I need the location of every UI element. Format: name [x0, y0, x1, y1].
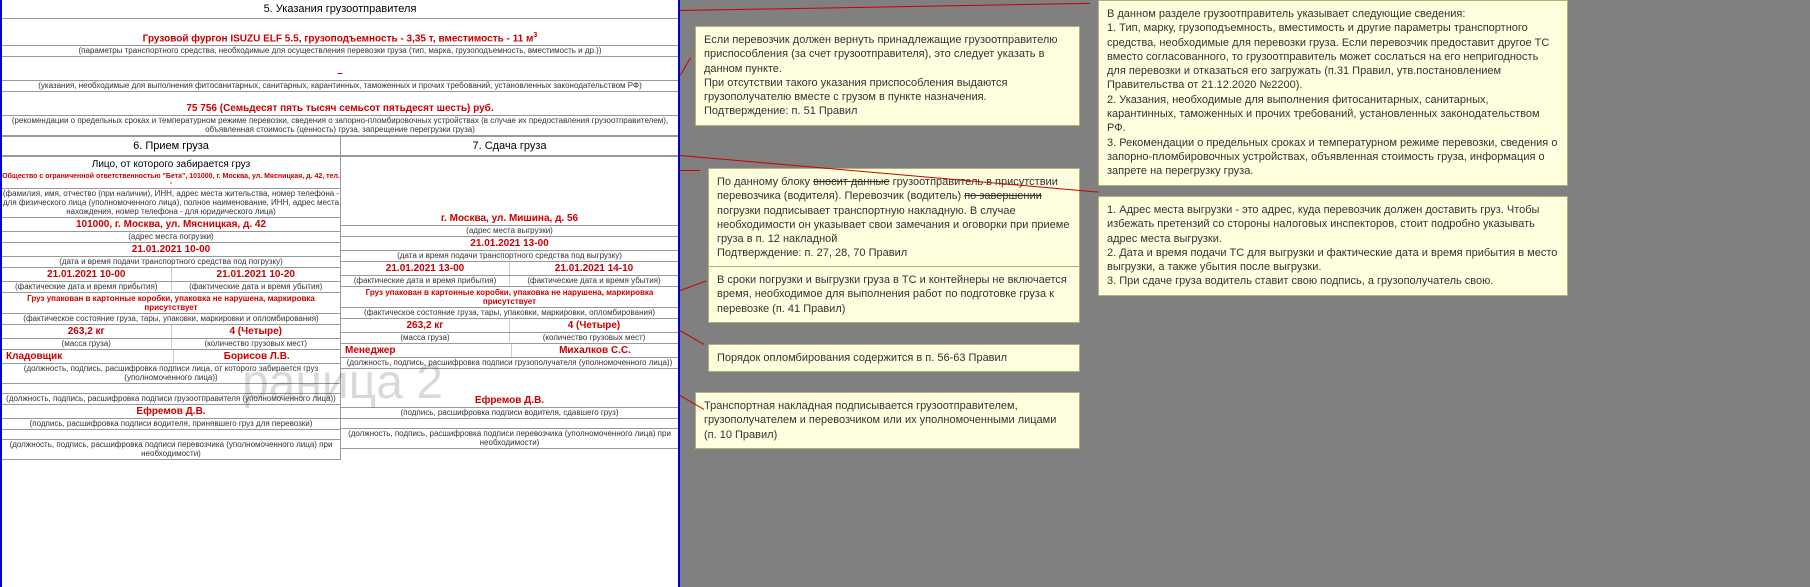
s7-places: 4 (Четыре): [509, 319, 678, 332]
note-section7-info: 1. Адрес места выгрузки - это адрес, куд…: [1098, 196, 1568, 296]
section-6-body: Лицо, от которого забирается груз Общест…: [2, 156, 340, 460]
person-title: Лицо, от которого забирается груз: [2, 157, 340, 172]
s6-places: 4 (Четыре): [171, 325, 341, 338]
s7-places-cap: (количество грузовых мест): [509, 333, 678, 342]
vehicle-text: Грузовой фургон ISUZU ELF 5.5, грузоподъ…: [143, 33, 534, 44]
s6-mass: 263,2 кг: [2, 325, 171, 338]
s7-addr-cap: (адрес места выгрузки): [341, 226, 678, 237]
s6-driver-cap: (подпись, расшифровка подписи водителя, …: [2, 419, 340, 430]
s7-date-b-cap: (фактические дата и время убытия): [509, 276, 678, 285]
s6-driver: Ефремов Д.В.: [2, 405, 340, 419]
s7-carrier-cap: (должность, подпись, расшифровка подписи…: [341, 429, 678, 449]
s7-sig-a-cap: (должность, подпись, расшифровка подписи…: [341, 358, 678, 369]
connector-line: [680, 330, 705, 345]
s7-pack: Груз упакован в картонные коробки, упако…: [341, 287, 678, 308]
note-loading-time: В сроки погрузки и выгрузки груза в ТС и…: [708, 266, 1080, 323]
note-section5-info: В данном разделе грузоотправитель указыв…: [1098, 0, 1568, 186]
price-caption: (рекомендации о предельных сроках и темп…: [2, 116, 678, 136]
s6-date-a-cap: (фактические дата и время прибытия): [2, 282, 171, 291]
connector-line: [680, 170, 700, 171]
s7-driver-cap: (подпись, расшифровка подписи водителя, …: [341, 408, 678, 419]
text-strike: по завершении: [964, 190, 1042, 202]
text: По данному блоку: [717, 176, 813, 188]
connector-line: [680, 3, 1090, 11]
text: погрузки подписывает транспортную наклад…: [717, 205, 1069, 260]
s6-sig-a-cap: (должность, подпись, расшифровка подписи…: [2, 364, 340, 384]
s6-addr: 101000, г. Москва, ул. Мясницкая, д. 42: [2, 218, 340, 232]
s7-date1: 21.01.2021 13-00: [341, 237, 678, 251]
note-sealing: Порядок опломбирования содержится в п. 5…: [708, 344, 1080, 372]
section-7-title: 7. Сдача груза: [340, 137, 678, 156]
price-value: 75 756 (Семьдесят пять тысяч семьсот пят…: [2, 102, 678, 116]
s6-date-b-cap: (фактические дата и время убытия): [171, 282, 341, 291]
s6-addr-cap: (адрес места погрузки): [2, 232, 340, 243]
s6-sig-b-cap: (должность, подпись, расшифровка подписи…: [2, 394, 340, 405]
s6-pack: Груз упакован в картонные коробки, упако…: [2, 293, 340, 314]
s6-date-b: 21.01.2021 10-20: [171, 268, 341, 281]
note-return-equipment: Если перевозчик должен вернуть принадлеж…: [695, 26, 1080, 126]
vehicle-caption: (параметры транспортного средства, необх…: [2, 46, 678, 57]
person-value: Общество с ограниченной ответственностью…: [2, 172, 340, 189]
s7-name: Михалков С.С.: [511, 344, 678, 357]
s7-addr: г. Москва, ул. Мишина, д. 56: [341, 212, 678, 226]
s7-date-a-cap: (фактические дата и время прибытия): [341, 276, 509, 285]
s7-mass: 263,2 кг: [341, 319, 509, 332]
section-7-body: г. Москва, ул. Мишина, д. 56 (адрес мест…: [340, 156, 678, 460]
s6-carrier-cap: (должность, подпись, расшифровка подписи…: [2, 440, 340, 460]
s7-role: Менеджер: [341, 344, 511, 357]
s6-mass-cap: (масса груза): [2, 339, 171, 348]
vehicle-sup: 3: [533, 32, 537, 39]
s7-date1-cap: (дата и время подачи транспортного средс…: [341, 251, 678, 262]
s7-date-a: 21.01.2021 13-00: [341, 262, 509, 275]
s6-role: Кладовщик: [2, 350, 173, 363]
s7-pack-cap: (фактическое состояние груза, тары, упак…: [341, 308, 678, 319]
s6-pack-cap: (фактическое состояние груза, тары, упак…: [2, 314, 340, 325]
section-5-title: 5. Указания грузоотправителя: [2, 0, 678, 19]
s6-date1: 21.01.2021 10-00: [2, 243, 340, 257]
s6-name: Борисов Л.В.: [173, 350, 341, 363]
dash-value: –: [2, 67, 678, 81]
document-panel: 5. Указания грузоотправителя Грузовой фу…: [0, 0, 680, 587]
note-signatures: Транспортная накладная подписывается гру…: [695, 392, 1080, 449]
section-6-title: 6. Прием груза: [2, 137, 340, 156]
s7-driver: Ефремов Д.В.: [341, 394, 678, 408]
connector-line: [680, 58, 691, 76]
s6-date-a: 21.01.2021 10-00: [2, 268, 171, 281]
dash-caption: (указания, необходимые для выполнения фи…: [2, 81, 678, 92]
s6-date1-cap: (дата и время подачи транспортного средс…: [2, 257, 340, 268]
text-strike: вносит данные: [813, 176, 889, 188]
vehicle-value: Грузовой фургон ISUZU ELF 5.5, грузоподъ…: [2, 31, 678, 46]
connector-line: [680, 280, 707, 291]
s7-date-b: 21.01.2021 14-10: [509, 262, 678, 275]
person-caption: (фамилия, имя, отчество (при наличии), И…: [2, 189, 340, 218]
s6-places-cap: (количество грузовых мест): [171, 339, 341, 348]
s7-mass-cap: (масса груза): [341, 333, 509, 342]
